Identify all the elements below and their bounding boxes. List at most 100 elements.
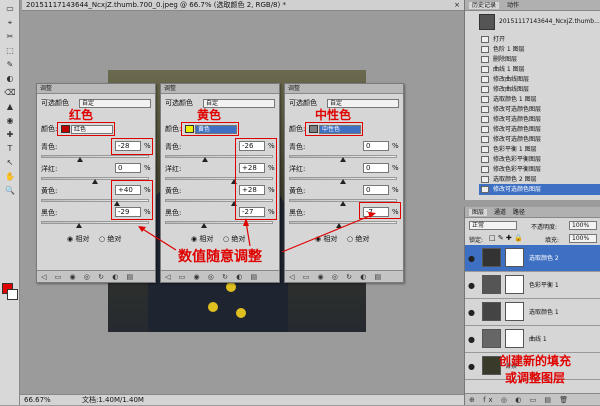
radio-absolute[interactable]: ○ 绝对 <box>347 235 369 244</box>
eye-icon[interactable]: ● <box>468 308 475 317</box>
eye-icon[interactable]: ● <box>468 254 475 263</box>
history-item-active[interactable]: 修改可选颜色图层 <box>479 184 600 195</box>
blend-mode-dropdown[interactable]: 正常 <box>469 221 517 230</box>
radio-relative[interactable]: ◉ 相对 <box>191 235 213 244</box>
document-tab[interactable]: 20151117143644_NcxjZ.thumb.700_0.jpeg @ … <box>22 0 464 11</box>
tab-actions[interactable]: 动作 <box>507 2 519 9</box>
history-item-label: 曲线 1 图层 <box>493 66 525 73</box>
snapshot-label: 20151117143644_NcxjZ.thumb... <box>499 18 600 25</box>
slider-thumb[interactable] <box>340 201 346 206</box>
close-icon[interactable]: × <box>454 0 460 11</box>
slider-thumb[interactable] <box>340 179 346 184</box>
history-item-label: 打开 <box>493 36 506 43</box>
layers-footer-icons[interactable]: ⊕ fx ◎ ◐ ▭ ▤ 🗑 <box>465 393 600 405</box>
dodge-tool-icon[interactable]: ◐ <box>3 73 17 84</box>
slider-thumb[interactable] <box>75 223 82 228</box>
annotation-label: 红色 <box>69 108 94 122</box>
layer-mask[interactable] <box>505 248 524 267</box>
slider-track[interactable] <box>289 221 397 224</box>
slider-track[interactable] <box>41 155 149 158</box>
gradient-tool-icon[interactable]: ▲ <box>3 101 17 112</box>
panel-footer-icons[interactable]: ◁ ▭ ◉ ◎ ↻ ◐ ▤ <box>161 270 279 282</box>
status-bar: 66.67% 文档:1.40M/1.40M <box>20 394 464 405</box>
slider-value-input[interactable]: 0 <box>363 185 389 195</box>
color-label: 颜色: <box>165 125 182 133</box>
preset-label: 可选颜色 <box>41 99 69 107</box>
radio-relative[interactable]: ◉ 相对 <box>315 235 337 244</box>
radio-relative[interactable]: ◉ 相对 <box>67 235 89 244</box>
layer-row[interactable]: ● 色彩平衡 1 <box>465 272 600 299</box>
history-step-icon <box>481 56 489 63</box>
history-step-icon <box>481 146 489 153</box>
layer-mask[interactable] <box>505 275 524 294</box>
annotation-label: 中性色 <box>315 108 352 122</box>
eye-icon[interactable]: ● <box>468 362 475 371</box>
adjust-annotation: 数值随意调整 <box>178 249 262 265</box>
zoom-tool-icon[interactable]: 🔍 <box>3 185 17 196</box>
annotation-box <box>181 122 239 136</box>
slider-thumb[interactable] <box>76 157 83 162</box>
crop-tool-icon[interactable]: ⬚ <box>3 45 17 56</box>
history-step-icon <box>481 86 489 93</box>
percent-unit: % <box>392 142 399 150</box>
history-item-label: 修改可选颜色图层 <box>493 116 542 123</box>
layer-row[interactable]: ● 选取颜色 2 <box>465 245 600 272</box>
path-select-tool-icon[interactable]: ↖ <box>3 157 17 168</box>
type-tool-icon[interactable]: T <box>3 143 17 154</box>
panel-footer-icons[interactable]: ◁ ▭ ◉ ◎ ↻ ◐ ▤ <box>37 270 155 282</box>
history-step-icon <box>481 136 489 143</box>
history-step-icon <box>481 76 489 83</box>
healing-tool-icon[interactable]: ✚ <box>3 129 17 140</box>
tab-paths[interactable]: 路径 <box>513 209 525 216</box>
create-annotation-line1: 创建新的填充 <box>499 354 572 368</box>
lock-icons[interactable]: □ ✎ ✚ 🔒 <box>489 234 523 242</box>
history-item-label: 色彩平衡 1 图层 <box>493 146 537 153</box>
slider-thumb[interactable] <box>200 223 207 228</box>
move-tool-icon[interactable]: ▭ <box>3 3 17 14</box>
history-step-icon <box>481 46 489 53</box>
radio-absolute[interactable]: ○ 绝对 <box>99 235 121 244</box>
slider-thumb[interactable] <box>92 179 98 184</box>
annotation-box <box>111 180 153 220</box>
fill-input[interactable]: 100% <box>569 234 597 243</box>
slider-track[interactable] <box>41 221 149 224</box>
brush-tool-icon[interactable]: ✎ <box>3 59 17 70</box>
blur-tool-icon[interactable]: ◉ <box>3 115 17 126</box>
slider-thumb[interactable] <box>340 157 346 162</box>
opacity-input[interactable]: 100% <box>569 221 597 230</box>
history-snapshot[interactable]: 20151117143644_NcxjZ.thumb... <box>479 13 600 33</box>
panel-footer-icons[interactable]: ◁ ▭ ◉ ◎ ↻ ◐ ▤ <box>285 270 403 282</box>
layer-name: 曲线 1 <box>529 336 547 343</box>
layer-row[interactable]: ● 曲线 1 <box>465 326 600 353</box>
layer-name: 选取颜色 2 <box>529 255 559 262</box>
tab-layers[interactable]: 图层 <box>469 209 488 216</box>
tab-channels[interactable]: 通道 <box>494 209 506 216</box>
radio-absolute[interactable]: ○ 绝对 <box>223 235 245 244</box>
slider-thumb[interactable] <box>335 223 342 228</box>
layer-mask[interactable] <box>505 329 524 348</box>
slider-label: 洋红: <box>165 165 182 173</box>
slider-track[interactable] <box>165 221 273 224</box>
zoom-level[interactable]: 66.67% <box>24 395 51 405</box>
eraser-tool-icon[interactable]: ⌫ <box>3 87 17 98</box>
marquee-tool-icon[interactable]: ⌖ <box>3 17 17 28</box>
background-color-swatch[interactable] <box>7 289 18 300</box>
eye-icon[interactable]: ● <box>468 335 475 344</box>
adjustment-panel-neutral: 调整 可选颜色 自定 颜色: 中性色 中性色 青色: 0 % 洋红: 0 % 黄… <box>284 83 404 283</box>
slider-thumb[interactable] <box>201 157 208 162</box>
layer-row[interactable]: ● 选取颜色 1 <box>465 299 600 326</box>
flower <box>236 308 246 318</box>
slider-label: 洋红: <box>41 165 58 173</box>
hand-tool-icon[interactable]: ✋ <box>3 171 17 182</box>
history-item-label: 修改可选颜色图层 <box>493 106 542 113</box>
flower <box>226 282 236 292</box>
lasso-tool-icon[interactable]: ✂ <box>3 31 17 42</box>
eye-icon[interactable]: ● <box>468 281 475 290</box>
slider-label: 黑色: <box>41 209 58 217</box>
history-step-icon <box>481 126 489 133</box>
tab-history[interactable]: 历史记录 <box>469 2 500 9</box>
slider-value-input[interactable]: 0 <box>363 141 389 151</box>
slider-value-input[interactable]: 0 <box>363 163 389 173</box>
slider-value-input[interactable]: 0 <box>115 163 141 173</box>
layer-mask[interactable] <box>505 302 524 321</box>
